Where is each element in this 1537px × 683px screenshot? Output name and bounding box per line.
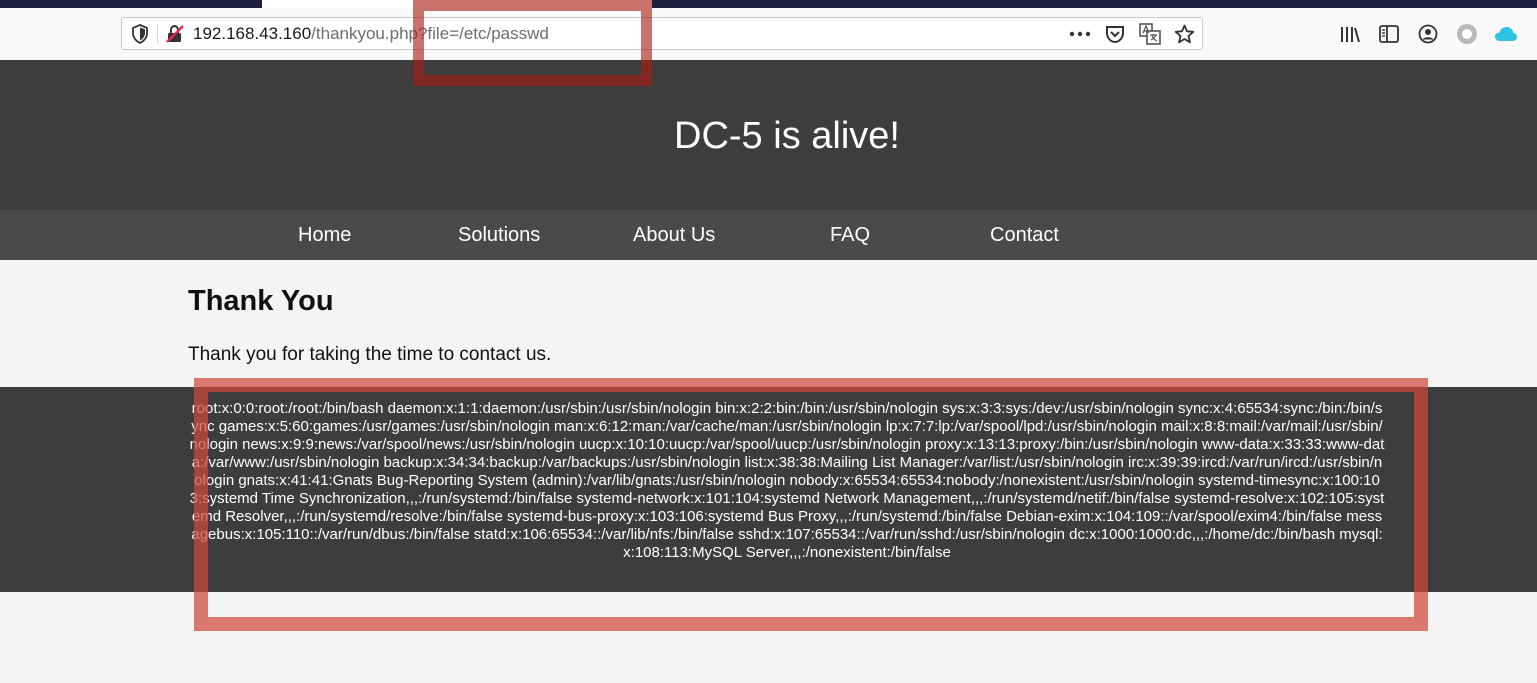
- reader-view-icon[interactable]: [1377, 23, 1401, 45]
- highlight-file-output: [194, 378, 1428, 631]
- nav-contact[interactable]: Contact: [990, 223, 1059, 247]
- page-actions: [1068, 23, 1196, 45]
- address-bar[interactable]: 192.168.43.160/thankyou.php?file=/etc/pa…: [121, 17, 1203, 50]
- window-titlebar: [0, 0, 1537, 8]
- insecure-lock-icon[interactable]: [165, 24, 185, 44]
- site-title: DC-5 is alive!: [674, 115, 900, 157]
- address-bar-divider: [157, 24, 158, 44]
- library-icon[interactable]: [1338, 23, 1362, 45]
- thank-you-message: Thank you for taking the time to contact…: [188, 344, 552, 365]
- extension-icon[interactable]: [1455, 23, 1479, 45]
- nav-home[interactable]: Home: [298, 223, 351, 247]
- highlight-url-parameter: [413, 0, 652, 86]
- account-icon[interactable]: [1416, 23, 1440, 45]
- nav-about-us[interactable]: About Us: [633, 223, 715, 247]
- page-heading: Thank You: [188, 285, 334, 317]
- more-actions-icon[interactable]: [1068, 23, 1091, 45]
- main-navigation: Home Solutions About Us FAQ Contact: [0, 210, 1537, 260]
- cloud-icon[interactable]: [1494, 23, 1518, 45]
- nav-faq[interactable]: FAQ: [830, 223, 870, 247]
- nav-solutions[interactable]: Solutions: [458, 223, 540, 247]
- translate-icon[interactable]: [1138, 23, 1161, 45]
- bookmark-star-icon[interactable]: [1173, 23, 1196, 45]
- toolbar-right-icons: [1338, 23, 1518, 45]
- browser-toolbar: 192.168.43.160/thankyou.php?file=/etc/pa…: [0, 8, 1537, 60]
- url-host: 192.168.43.160: [193, 24, 312, 43]
- shield-icon[interactable]: [131, 24, 149, 44]
- site-header: DC-5 is alive!: [0, 60, 1537, 210]
- pocket-icon[interactable]: [1103, 23, 1126, 45]
